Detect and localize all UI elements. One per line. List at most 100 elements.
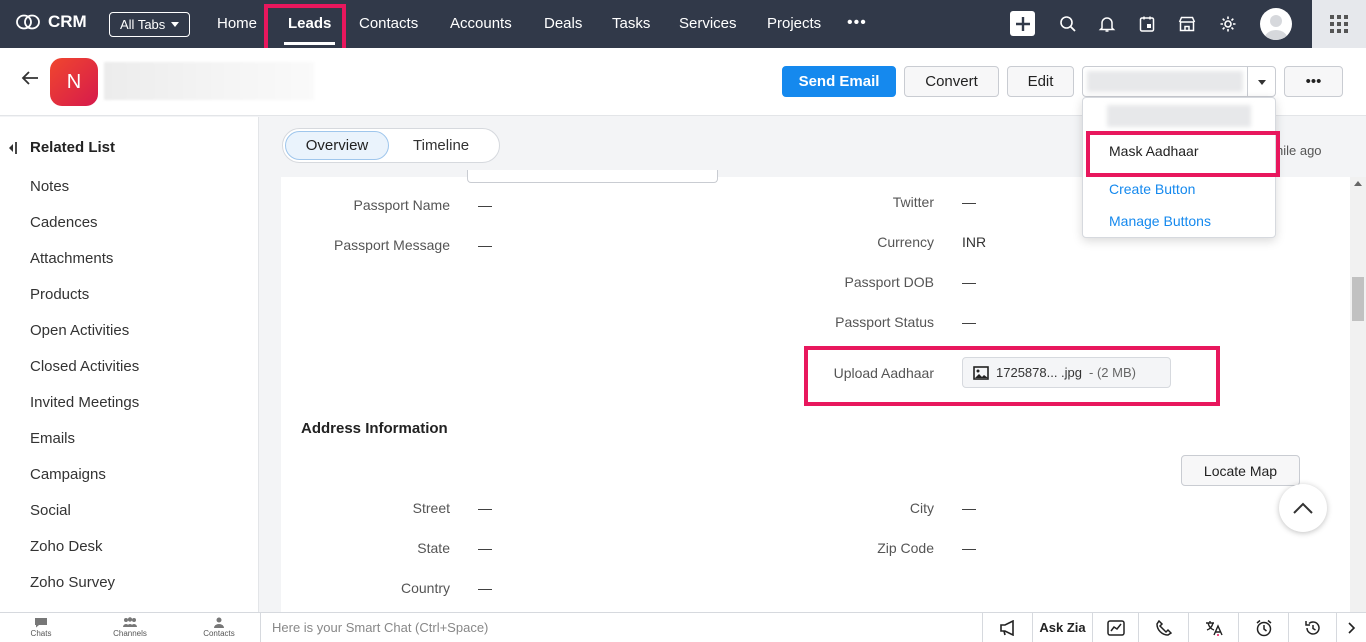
reminders-button[interactable] xyxy=(1238,613,1288,642)
translate-button[interactable] xyxy=(1188,613,1238,642)
smart-chat-input[interactable]: Here is your Smart Chat (Ctrl+Space) xyxy=(260,613,982,642)
field-input-partial xyxy=(467,170,718,183)
bottom-tab-channels-label: Channels xyxy=(113,629,147,638)
related-list-label: Related List xyxy=(30,139,116,156)
scroll-up-arrow-icon[interactable] xyxy=(1354,181,1362,186)
history-icon xyxy=(1304,620,1320,635)
convert-button[interactable]: Convert xyxy=(904,66,999,97)
scroll-to-top-button[interactable] xyxy=(1279,484,1327,532)
related-item-attachments[interactable]: Attachments xyxy=(30,250,113,267)
zia-insights-button[interactable] xyxy=(1092,613,1138,642)
plus-icon xyxy=(1015,16,1030,31)
field-value-currency: INR xyxy=(962,234,987,250)
ask-zia-button[interactable]: Ask Zia xyxy=(1032,613,1092,642)
bottom-tab-channels[interactable]: Channels xyxy=(100,617,160,638)
related-item-cadences[interactable]: Cadences xyxy=(30,214,98,231)
related-item-zoho-survey[interactable]: Zoho Survey xyxy=(30,574,115,591)
back-button[interactable] xyxy=(20,70,40,91)
more-actions-button[interactable]: ••• xyxy=(1284,66,1343,97)
gear-icon xyxy=(1220,16,1236,32)
grid-icon xyxy=(1330,15,1348,33)
custom-button-label-redacted xyxy=(1087,71,1243,92)
send-email-button[interactable]: Send Email xyxy=(782,66,896,97)
field-value-passport-status: — xyxy=(962,314,976,330)
megaphone-icon xyxy=(999,619,1014,636)
field-label-twitter: Twitter xyxy=(892,194,934,210)
locate-map-button[interactable]: Locate Map xyxy=(1181,455,1300,486)
chevron-up-icon xyxy=(1293,502,1313,514)
more-bottom-options-button[interactable] xyxy=(1336,613,1366,642)
tab-overview[interactable]: Overview xyxy=(285,131,389,160)
bottom-tab-chats[interactable]: Chats xyxy=(11,617,71,638)
field-value-country: — xyxy=(478,580,492,596)
bottom-tab-contacts-label: Contacts xyxy=(203,629,235,638)
user-avatar[interactable] xyxy=(1260,8,1292,40)
translate-icon xyxy=(1205,620,1223,636)
notifications-button[interactable] xyxy=(1095,12,1119,36)
field-value-zip-code: — xyxy=(962,540,976,556)
nav-tab-tasks[interactable]: Tasks xyxy=(612,15,650,32)
field-value-passport-name: — xyxy=(478,197,492,213)
address-section-heading: Address Information xyxy=(301,420,448,437)
chat-bubble-icon xyxy=(35,618,47,628)
edit-button[interactable]: Edit xyxy=(1007,66,1074,97)
search-icon xyxy=(1060,16,1076,32)
bottom-tab-contacts[interactable]: Contacts xyxy=(189,617,249,638)
bottom-tab-chats-label: Chats xyxy=(30,629,52,638)
related-item-invited-meetings[interactable]: Invited Meetings xyxy=(30,394,139,411)
store-icon xyxy=(1178,16,1196,32)
search-button[interactable] xyxy=(1056,12,1080,36)
menu-item-redacted[interactable] xyxy=(1107,105,1251,127)
chevron-right-icon xyxy=(1347,621,1355,634)
field-label-passport-status: Passport Status xyxy=(835,314,934,330)
marketplace-button[interactable] xyxy=(1175,12,1199,36)
related-item-open-activities[interactable]: Open Activities xyxy=(30,322,129,339)
bell-icon xyxy=(1098,17,1116,32)
mask-aadhaar-highlight xyxy=(1086,131,1280,177)
field-value-city: — xyxy=(962,500,976,516)
menu-item-manage-buttons[interactable]: Manage Buttons xyxy=(1109,213,1211,229)
crm-logo[interactable]: CRM xyxy=(16,12,87,32)
phone-icon xyxy=(1155,619,1172,636)
vertical-scrollbar[interactable] xyxy=(1350,177,1366,612)
field-value-passport-message: — xyxy=(478,237,492,253)
quick-create-button[interactable] xyxy=(1010,11,1035,36)
related-list-heading[interactable]: Related List xyxy=(8,139,115,156)
more-tabs-button[interactable]: ••• xyxy=(847,14,867,32)
related-item-notes[interactable]: Notes xyxy=(30,178,69,195)
insights-chart-icon xyxy=(1106,619,1125,636)
collapse-sidebar-icon[interactable] xyxy=(8,141,22,155)
related-item-emails[interactable]: Emails xyxy=(30,430,75,447)
caret-down-icon[interactable] xyxy=(1258,80,1266,85)
related-item-closed-activities[interactable]: Closed Activities xyxy=(30,358,139,375)
related-item-zoho-desk[interactable]: Zoho Desk xyxy=(30,538,103,555)
field-value-state: — xyxy=(478,540,492,556)
field-label-passport-name: Passport Name xyxy=(353,197,450,213)
related-item-campaigns[interactable]: Campaigns xyxy=(30,466,106,483)
calendar-button[interactable] xyxy=(1135,12,1159,36)
related-item-products[interactable]: Products xyxy=(30,286,89,303)
scrollbar-thumb[interactable] xyxy=(1352,277,1364,321)
nav-tab-services[interactable]: Services xyxy=(679,15,737,32)
recent-history-button[interactable] xyxy=(1288,613,1336,642)
related-item-social[interactable]: Social xyxy=(30,502,71,519)
nav-tab-projects[interactable]: Projects xyxy=(767,15,821,32)
nav-tab-accounts[interactable]: Accounts xyxy=(450,15,512,32)
nav-tab-home[interactable]: Home xyxy=(217,15,257,32)
crm-logo-icon xyxy=(16,14,40,30)
upload-aadhaar-highlight xyxy=(804,346,1220,406)
custom-button-dropdown[interactable] xyxy=(1082,66,1276,97)
related-list-sidebar: Related List Notes Cadences Attachments … xyxy=(0,117,259,612)
split-divider xyxy=(1247,67,1248,96)
field-label-city: City xyxy=(909,500,934,516)
nav-tab-contacts[interactable]: Contacts xyxy=(359,15,418,32)
apps-grid-button[interactable] xyxy=(1312,0,1366,48)
tab-timeline[interactable]: Timeline xyxy=(413,137,469,154)
menu-item-create-button[interactable]: Create Button xyxy=(1109,181,1195,197)
nav-tab-deals[interactable]: Deals xyxy=(544,15,582,32)
announcements-button[interactable] xyxy=(982,613,1032,642)
field-label-passport-message: Passport Message xyxy=(334,237,450,253)
settings-button[interactable] xyxy=(1216,12,1240,36)
call-button[interactable] xyxy=(1138,613,1188,642)
all-tabs-dropdown[interactable]: All Tabs xyxy=(109,12,191,37)
